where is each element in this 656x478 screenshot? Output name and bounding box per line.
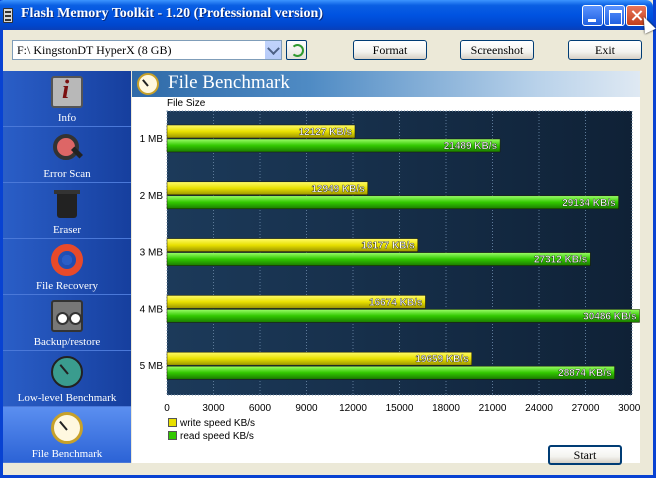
x-tick-label: 24000 (525, 403, 553, 414)
sidebar-item-label: Low-level Benchmark (17, 392, 117, 404)
read-speed-bar (166, 252, 591, 266)
sidebar-item-label: Backup/restore (33, 336, 101, 348)
tape-icon (51, 300, 83, 332)
x-tick-label: 18000 (432, 403, 460, 414)
legend-item-read: read speed KB/s (168, 431, 254, 442)
minimize-button[interactable] (582, 5, 603, 26)
drive-select-value: F:\ KingstonDT HyperX (8 GB) (17, 43, 172, 57)
stopwatch-icon (51, 412, 83, 444)
start-button[interactable]: Start (548, 445, 622, 465)
y-tick-label: 4 MB (140, 304, 164, 315)
app-icon (3, 8, 13, 23)
bar-value-label: 16674 KB/s (369, 297, 423, 308)
page-title: File Benchmark (168, 72, 290, 93)
x-tick-label: 27000 (572, 403, 600, 414)
sidebar-item-label: File Recovery (35, 280, 98, 292)
x-tick-label: 21000 (479, 403, 507, 414)
sidebar-item-file-recovery[interactable]: File Recovery (3, 239, 131, 295)
x-tick-label: 9000 (295, 403, 318, 414)
bar-value-label: 16177 KB/s (361, 241, 415, 252)
bar-value-label: 28874 KB/s (558, 368, 612, 379)
x-tick-label: 3000 (202, 403, 225, 414)
sidebar-item-label: Eraser (52, 224, 82, 236)
bar-value-label: 12949 KB/s (311, 184, 365, 195)
info-icon (51, 75, 83, 108)
y-tick-label: 2 MB (140, 191, 164, 202)
legend-swatch (168, 431, 177, 440)
bar-value-label: 19659 KB/s (415, 354, 469, 365)
lifebuoy-icon (51, 244, 83, 276)
x-tick-label: 30000 (618, 403, 640, 414)
legend-label: read speed KB/s (180, 431, 254, 442)
sidebar-item-error-scan[interactable]: Error Scan (3, 127, 131, 183)
format-button[interactable]: Format (353, 40, 427, 60)
y-tick-label: 1 MB (140, 134, 164, 145)
sidebar-item-file-benchmark[interactable]: File Benchmark (3, 407, 131, 463)
sidebar-item-low-level-benchmark[interactable]: Low-level Benchmark (3, 351, 131, 407)
x-tick-label: 15000 (386, 403, 414, 414)
legend-item-write: write speed KB/s (168, 418, 255, 429)
x-tick-label: 12000 (339, 403, 367, 414)
stopwatch-icon (137, 73, 159, 95)
sidebar-item-label: Error Scan (43, 168, 91, 180)
magnifier-icon (51, 132, 83, 164)
bar-value-label: 21489 KB/s (444, 141, 498, 152)
refresh-button[interactable] (286, 40, 307, 60)
trash-bin-icon (51, 188, 83, 220)
sidebar: Info Error Scan Eraser File Recovery Bac… (3, 71, 131, 463)
bar-value-label: 29134 KB/s (562, 198, 616, 209)
bar-value-label: 27312 KB/s (534, 255, 588, 266)
bar-value-label: 12127 KB/s (299, 127, 353, 138)
legend-swatch (168, 418, 177, 427)
window-title: Flash Memory Toolkit - 1.20 (Professiona… (21, 6, 323, 21)
x-tick-label: 6000 (249, 403, 272, 414)
drive-select[interactable]: F:\ KingstonDT HyperX (8 GB) (12, 40, 282, 60)
read-speed-bar (166, 195, 619, 210)
legend-label: write speed KB/s (180, 418, 256, 429)
exit-button[interactable]: Exit (568, 40, 642, 60)
y-tick-label: 3 MB (140, 248, 164, 259)
sidebar-item-eraser[interactable]: Eraser (3, 183, 131, 239)
sidebar-item-label: Info (57, 112, 77, 124)
x-tick-label: 0 (164, 403, 170, 414)
y-tick-label: 5 MB (140, 361, 164, 372)
read-speed-bar (166, 309, 640, 323)
chevron-down-icon[interactable] (264, 41, 281, 59)
stopwatch-icon (51, 356, 83, 388)
maximize-button[interactable] (604, 5, 625, 26)
screenshot-button[interactable]: Screenshot (460, 40, 534, 60)
title-bar[interactable]: Flash Memory Toolkit - 1.20 (Professiona… (0, 0, 653, 30)
panel-header: File Benchmark (132, 71, 640, 97)
sidebar-item-backup-restore[interactable]: Backup/restore (3, 295, 131, 351)
read-speed-bar (166, 365, 615, 380)
sidebar-item-info[interactable]: Info (3, 71, 131, 127)
benchmark-chart: 0 3000 6000 9000 12000 15000 18000 21000 24000 27… (140, 110, 640, 414)
sidebar-item-label: File Benchmark (31, 448, 103, 460)
bar-value-label: 30486 KB/s (583, 311, 637, 322)
